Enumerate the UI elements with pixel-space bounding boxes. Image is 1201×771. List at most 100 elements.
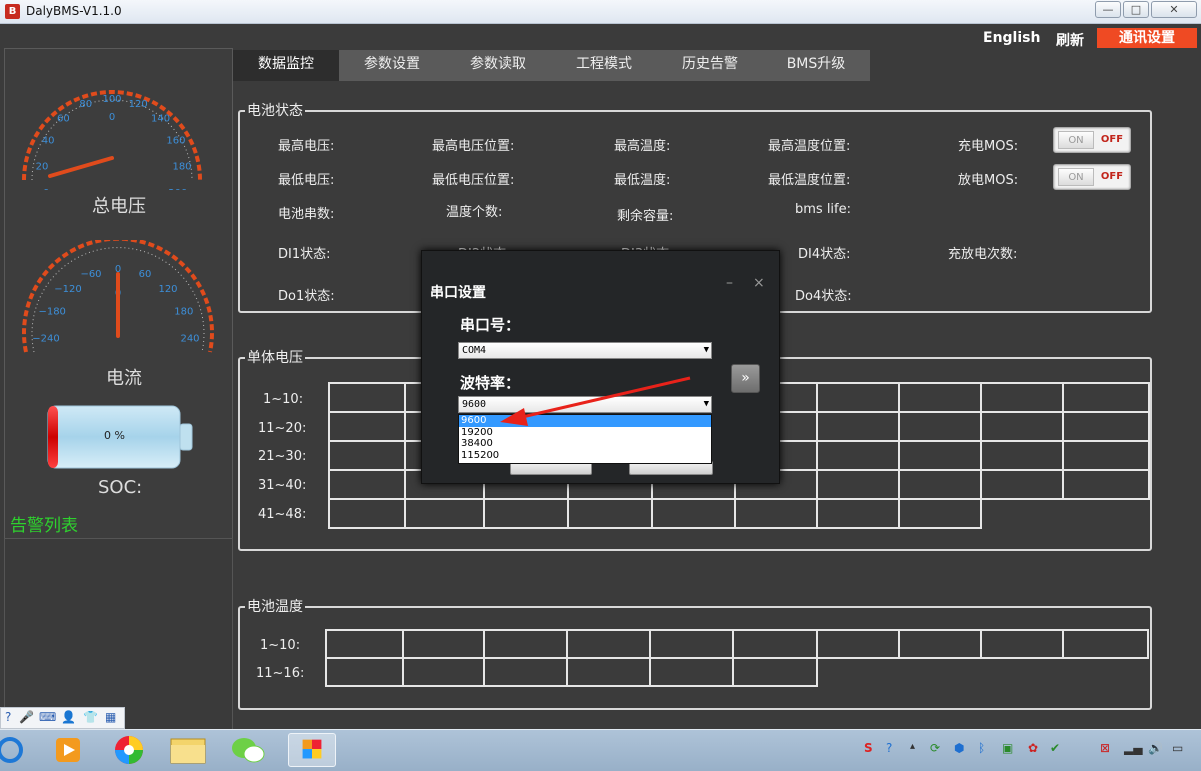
grid-cell	[328, 411, 406, 442]
grid-cell	[566, 657, 651, 687]
min-voltage-pos-label: 最低电压位置:	[432, 173, 515, 188]
gauge-tick-label: 240	[180, 334, 199, 345]
grid-cell	[566, 629, 651, 659]
tab-param-read[interactable]: 参数读取	[445, 50, 551, 81]
grid-cell	[649, 657, 734, 687]
port-label: 串口号：	[460, 316, 521, 334]
dialog-minimize-button[interactable]: –	[726, 275, 733, 291]
cell-voltage-title: 单体电压	[245, 347, 305, 367]
port-select[interactable]: COM4 ▼	[458, 342, 712, 359]
min-voltage-label: 最低电压:	[278, 173, 335, 188]
gauge-center-label: 0	[109, 112, 115, 123]
shield-icon[interactable]: ⬢	[954, 741, 964, 755]
discharge-mos-label: 放电MOS:	[958, 173, 1019, 188]
chevron-up-icon[interactable]: ▴	[910, 741, 915, 752]
current-gauge: −300−240−180−120−600601201802403000	[22, 240, 214, 353]
grid-cell	[898, 498, 982, 529]
no-network-icon[interactable]: ⊠	[1100, 741, 1110, 755]
gauge-tick-label: 160	[166, 136, 185, 147]
security-check-icon[interactable]: ✔	[1050, 741, 1060, 755]
minimize-button[interactable]: —	[1095, 1, 1121, 18]
maximize-button[interactable]: □	[1123, 1, 1149, 18]
grid-cell	[732, 629, 818, 659]
grid-cell	[980, 411, 1064, 442]
chevron-down-icon: ▼	[703, 399, 709, 409]
microphone-icon[interactable]: 🎤	[19, 710, 34, 724]
gauge-tick-label: −120	[54, 284, 81, 295]
cell-temp-row-label: 11~16:	[256, 666, 305, 681]
charge-mos-toggle[interactable]: ON OFF	[1053, 127, 1131, 153]
grid-cell	[816, 469, 900, 500]
close-button[interactable]: ✕	[1151, 1, 1197, 18]
signal-icon[interactable]: ▂▄	[1124, 741, 1142, 755]
user-icon[interactable]: 👤	[61, 710, 76, 724]
tab-bms-upgrade[interactable]: BMS升级	[763, 50, 869, 81]
remaining-capacity-label: 剩余容量:	[617, 209, 674, 224]
grid-cell	[898, 629, 982, 659]
media-player-icon[interactable]	[48, 733, 90, 767]
temp-count-label: 温度个数:	[446, 205, 503, 220]
volume-icon[interactable]: 🔊	[1148, 741, 1163, 755]
ie-icon[interactable]	[0, 733, 42, 767]
grid-cell	[898, 469, 982, 500]
tab-history-alarm[interactable]: 历史告警	[657, 50, 763, 81]
alarm-list[interactable]	[4, 538, 233, 730]
cell-count-label: 电池串数:	[278, 207, 335, 222]
gauge-tick-label: −180	[38, 307, 65, 318]
shirt-icon[interactable]: 👕	[83, 710, 98, 724]
file-explorer-icon[interactable]	[167, 733, 209, 767]
dialog-close-button[interactable]: ×	[753, 275, 765, 291]
expand-button[interactable]: »	[731, 364, 760, 393]
grid-icon[interactable]: ▦	[105, 710, 116, 724]
keyboard-icon[interactable]: ⌨	[39, 710, 56, 724]
voltage-needle	[48, 156, 114, 178]
cell-temp-row-label: 1~10:	[260, 638, 301, 653]
grid-cell	[328, 440, 406, 471]
port-value: COM4	[462, 345, 487, 356]
flower-icon[interactable]: ✿	[1028, 741, 1038, 755]
grid-row	[325, 629, 1149, 659]
network-app-icon[interactable]: ▣	[1002, 741, 1013, 755]
grid-cell	[483, 629, 568, 659]
sogou-ime-icon[interactable]: S	[864, 741, 873, 755]
wechat-icon[interactable]	[227, 733, 269, 767]
help-tray-icon[interactable]: ?	[886, 741, 892, 755]
gauge-tick-label: 40	[42, 136, 55, 147]
english-link[interactable]: English	[983, 30, 1040, 46]
gauge-tick-label: 200	[168, 188, 187, 190]
dialog-title: 串口设置	[430, 285, 486, 301]
bluetooth-icon[interactable]: ᛒ	[978, 741, 985, 755]
min-temp-label: 最低温度:	[614, 173, 671, 188]
grid-cell	[567, 498, 653, 529]
help-icon[interactable]: ?	[5, 710, 11, 724]
grid-cell	[898, 440, 982, 471]
baud-option[interactable]: 38400	[459, 438, 711, 450]
comm-settings-button[interactable]: 通讯设置	[1097, 28, 1197, 48]
grid-cell	[816, 382, 900, 413]
baud-option[interactable]: 115200	[459, 450, 711, 462]
grid-cell	[732, 657, 818, 687]
grid-cell	[980, 440, 1064, 471]
tab-data-monitor[interactable]: 数据监控	[233, 50, 339, 81]
tab-param-settings[interactable]: 参数设置	[339, 50, 445, 81]
grid-cell	[980, 629, 1064, 659]
refresh-link[interactable]: 刷新	[1056, 30, 1084, 50]
sync-icon[interactable]: ⟳	[930, 741, 940, 755]
alarm-list-title: 告警列表	[10, 516, 78, 536]
current-gauge-label: 电流	[106, 368, 142, 389]
battery-status-title: 电池状态	[245, 100, 305, 120]
cell-voltage-row-label: 21~30:	[258, 449, 307, 464]
gauge-tick-label: 120	[129, 99, 148, 110]
discharge-mos-toggle[interactable]: ON OFF	[1053, 164, 1131, 190]
grid-cell	[980, 382, 1064, 413]
bms-life-label: bms life:	[795, 202, 851, 217]
action-center-icon[interactable]: ▭	[1172, 741, 1183, 755]
tab-engineering[interactable]: 工程模式	[551, 50, 657, 81]
grid-cell	[328, 382, 406, 413]
grid-cell	[402, 629, 485, 659]
title-bar: B DalyBMS-V1.1.0 — □ ✕	[0, 0, 1201, 24]
grid-cell	[734, 498, 818, 529]
grid-cell	[328, 498, 406, 529]
dalybms-taskbar-icon[interactable]	[288, 733, 336, 767]
pinwheel-icon[interactable]	[108, 733, 150, 767]
